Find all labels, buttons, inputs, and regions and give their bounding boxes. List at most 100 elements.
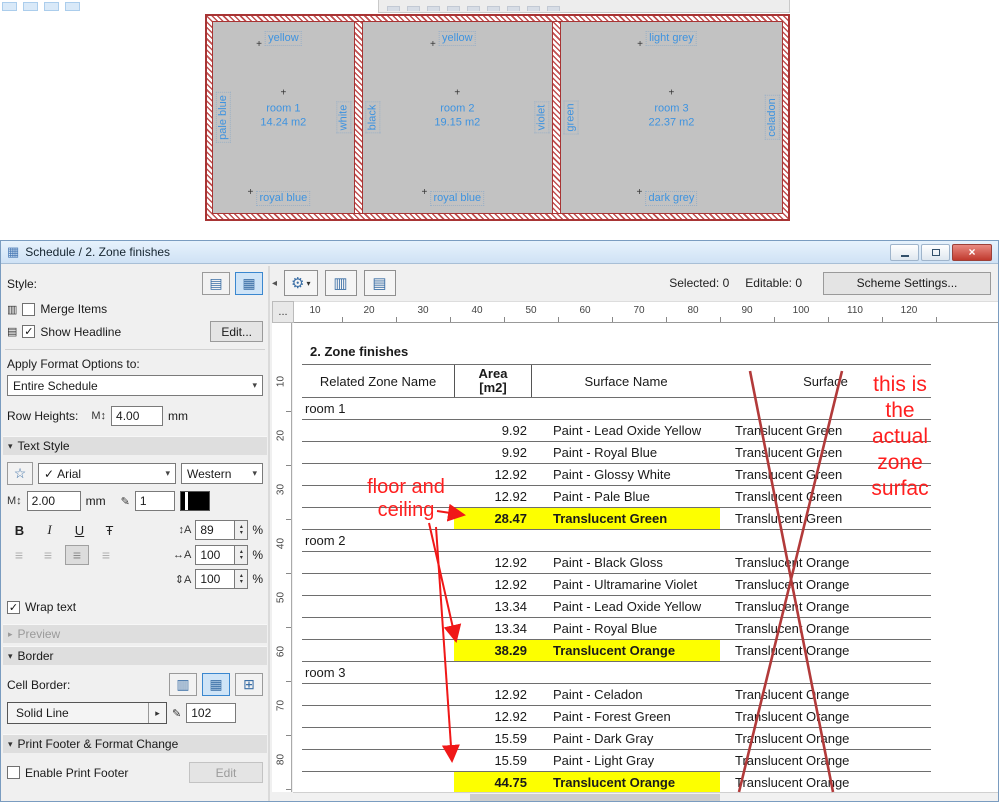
zone-name-cell[interactable] bbox=[302, 420, 454, 441]
schedule-row[interactable]: 12.92 Paint - Ultramarine Violet Transluce… bbox=[302, 574, 931, 596]
area-cell[interactable]: 13.34 bbox=[454, 596, 532, 617]
section-preview[interactable]: ▸ Preview bbox=[3, 624, 267, 643]
surface-cell[interactable]: Translucent Orange bbox=[720, 706, 931, 727]
align-center-button[interactable]: ≡ bbox=[36, 545, 60, 565]
zone-color-label-top[interactable]: yellow bbox=[256, 31, 302, 51]
surface-name-cell[interactable]: Paint - Lead Oxide Yellow bbox=[532, 596, 720, 617]
area-cell[interactable]: 12.92 bbox=[454, 706, 532, 727]
spinner-arrows-icon[interactable]: ▴ ▾ bbox=[235, 545, 249, 565]
scrollbar-thumb[interactable] bbox=[470, 794, 720, 801]
edit-headline-button[interactable]: Edit... bbox=[210, 321, 263, 342]
table-header-row[interactable]: Related Zone Name Area [m2] Surface Name… bbox=[302, 365, 931, 398]
surface-cell[interactable]: Translucent Orange bbox=[720, 552, 931, 573]
surface-name-cell[interactable]: Paint - Royal Blue bbox=[532, 618, 720, 639]
pen-color-swatch[interactable] bbox=[179, 491, 210, 511]
zone-color-label-top[interactable]: light grey bbox=[637, 31, 697, 51]
zone-stamp[interactable]: room 219.15 m2 bbox=[434, 86, 480, 129]
area-cell[interactable]: 12.92 bbox=[454, 464, 532, 485]
area-cell[interactable]: 12.92 bbox=[454, 684, 532, 705]
schedule-row[interactable]: 38.29 Translucent Orange Translucent Orang… bbox=[302, 640, 931, 662]
spin-down-icon[interactable]: ▾ bbox=[240, 579, 243, 585]
section-print-footer[interactable]: ▾ Print Footer & Format Change bbox=[3, 734, 267, 753]
surface-name-cell[interactable]: Paint - Dark Gray bbox=[532, 728, 720, 749]
zone-name-cell[interactable] bbox=[302, 750, 454, 771]
zone-name-cell[interactable] bbox=[302, 596, 454, 617]
script-select[interactable]: Western ▾ bbox=[181, 463, 263, 484]
surface-name-cell[interactable]: Paint - Ultramarine Violet bbox=[532, 574, 720, 595]
edit-footer-button[interactable]: Edit bbox=[189, 762, 263, 783]
enable-print-footer-checkbox[interactable] bbox=[7, 766, 20, 779]
merge-items-checkbox[interactable] bbox=[22, 302, 36, 316]
cell-border-grid-button[interactable]: ▦ bbox=[202, 673, 230, 696]
room[interactable]: yellow royal blue pale blue white room 114.2… bbox=[213, 22, 354, 213]
floor-plan[interactable]: yellow royal blue pale blue white room 114.2… bbox=[205, 14, 790, 221]
zone-name-cell[interactable] bbox=[302, 684, 454, 705]
surface-name-cell[interactable]: Translucent Orange bbox=[532, 640, 720, 661]
cell-border-outline-button[interactable]: ⊞ bbox=[235, 673, 263, 696]
cell-border-horizontal-button[interactable]: ▥ bbox=[169, 673, 197, 696]
font-pen-input[interactable]: 1 bbox=[134, 491, 175, 511]
spinner-arrows-icon[interactable]: ▴ ▾ bbox=[235, 569, 249, 589]
spin-down-icon[interactable]: ▾ bbox=[240, 530, 243, 536]
surface-cell[interactable]: Translucent Orange bbox=[720, 772, 931, 793]
schedule-row[interactable]: 13.34 Paint - Lead Oxide Yellow Translucen… bbox=[302, 596, 931, 618]
zone-color-label-left[interactable]: green bbox=[562, 22, 580, 213]
settings-menu-button[interactable]: ⚙ ▾ bbox=[284, 270, 318, 296]
zone-color-label-bottom[interactable]: royal blue bbox=[248, 186, 311, 206]
zone-color-label-bottom[interactable]: dark grey bbox=[637, 186, 698, 206]
collapse-panel-arrow[interactable]: ◂ bbox=[272, 278, 277, 289]
surface-name-cell[interactable]: Paint - Celadon bbox=[532, 684, 720, 705]
style-option-grid-button[interactable]: ▦ bbox=[235, 272, 263, 295]
surface-name-cell[interactable]: Paint - Lead Oxide Yellow bbox=[532, 420, 720, 441]
row-heights-input[interactable]: 4.00 bbox=[111, 406, 164, 426]
zone-name-cell[interactable] bbox=[302, 552, 454, 573]
table-title-row[interactable]: 2. Zone finishes bbox=[302, 335, 931, 365]
wrap-text-checkbox[interactable]: ✓ bbox=[7, 600, 20, 614]
width-input[interactable]: 100 bbox=[195, 545, 236, 565]
surface-name-cell[interactable]: Translucent Orange bbox=[532, 772, 720, 793]
zone-color-label-left[interactable]: black bbox=[364, 22, 382, 213]
area-cell[interactable]: 12.92 bbox=[454, 574, 532, 595]
width-spinner[interactable]: 100 ▴ ▾ bbox=[195, 545, 249, 565]
surface-cell[interactable]: Translucent Orange bbox=[720, 684, 931, 705]
spacing-spinner[interactable]: 100 ▴ ▾ bbox=[195, 569, 249, 589]
room[interactable]: light grey dark grey green celadon room 322.… bbox=[561, 22, 782, 213]
scheme-settings-button[interactable]: Scheme Settings... bbox=[823, 271, 991, 295]
room[interactable]: yellow royal blue black violet room 219.15 m… bbox=[363, 22, 552, 213]
surface-cell[interactable]: Translucent Green bbox=[720, 508, 931, 529]
area-cell[interactable]: 15.59 bbox=[454, 750, 532, 771]
area-cell[interactable]: 12.92 bbox=[454, 552, 532, 573]
zone-stamp[interactable]: room 114.24 m2 bbox=[260, 86, 306, 129]
column-header-surface-name[interactable]: Surface Name bbox=[532, 365, 720, 397]
font-size-input[interactable]: 2.00 bbox=[26, 491, 81, 511]
schedule-row[interactable]: 44.75 Translucent Orange Translucent Orang… bbox=[302, 772, 931, 794]
surface-name-cell[interactable]: Paint - Forest Green bbox=[532, 706, 720, 727]
horizontal-scrollbar[interactable] bbox=[293, 792, 998, 801]
zone-color-label-left[interactable]: pale blue bbox=[214, 22, 232, 213]
spin-down-icon[interactable]: ▾ bbox=[240, 555, 243, 561]
apply-format-select[interactable]: Entire Schedule ▾ bbox=[7, 375, 263, 396]
show-headline-checkbox[interactable]: ✓ bbox=[22, 325, 36, 338]
area-cell[interactable]: 44.75 bbox=[454, 772, 532, 793]
surface-name-cell[interactable]: Translucent Green bbox=[532, 508, 720, 529]
area-cell[interactable]: 28.47 bbox=[454, 508, 532, 529]
zone-name-cell[interactable] bbox=[302, 442, 454, 463]
zone-color-label-right[interactable]: white bbox=[335, 22, 353, 213]
area-cell[interactable]: 38.29 bbox=[454, 640, 532, 661]
maximize-button[interactable] bbox=[921, 243, 950, 261]
surface-cell[interactable]: Translucent Orange bbox=[720, 640, 931, 661]
surface-cell[interactable]: Translucent Orange bbox=[720, 596, 931, 617]
bold-button[interactable]: B bbox=[7, 519, 32, 541]
zone-color-label-top[interactable]: yellow bbox=[430, 31, 476, 51]
schedule-row[interactable]: 9.92 Paint - Royal Blue Translucent Green bbox=[302, 442, 931, 464]
schedule-row[interactable]: 12.92 Paint - Celadon Translucent Orange bbox=[302, 684, 931, 706]
zone-name-cell[interactable] bbox=[302, 706, 454, 727]
surface-cell[interactable]: Translucent Orange bbox=[720, 728, 931, 749]
scale-input[interactable]: 89 bbox=[195, 520, 236, 540]
column-header-area[interactable]: Area [m2] bbox=[454, 365, 532, 397]
minimize-button[interactable] bbox=[890, 243, 919, 261]
surface-cell[interactable]: Translucent Orange bbox=[720, 618, 931, 639]
align-justify-button[interactable]: ≡ bbox=[94, 545, 118, 565]
zone-color-label-right[interactable]: celadon bbox=[763, 22, 781, 213]
zone-name-cell[interactable] bbox=[302, 640, 454, 661]
